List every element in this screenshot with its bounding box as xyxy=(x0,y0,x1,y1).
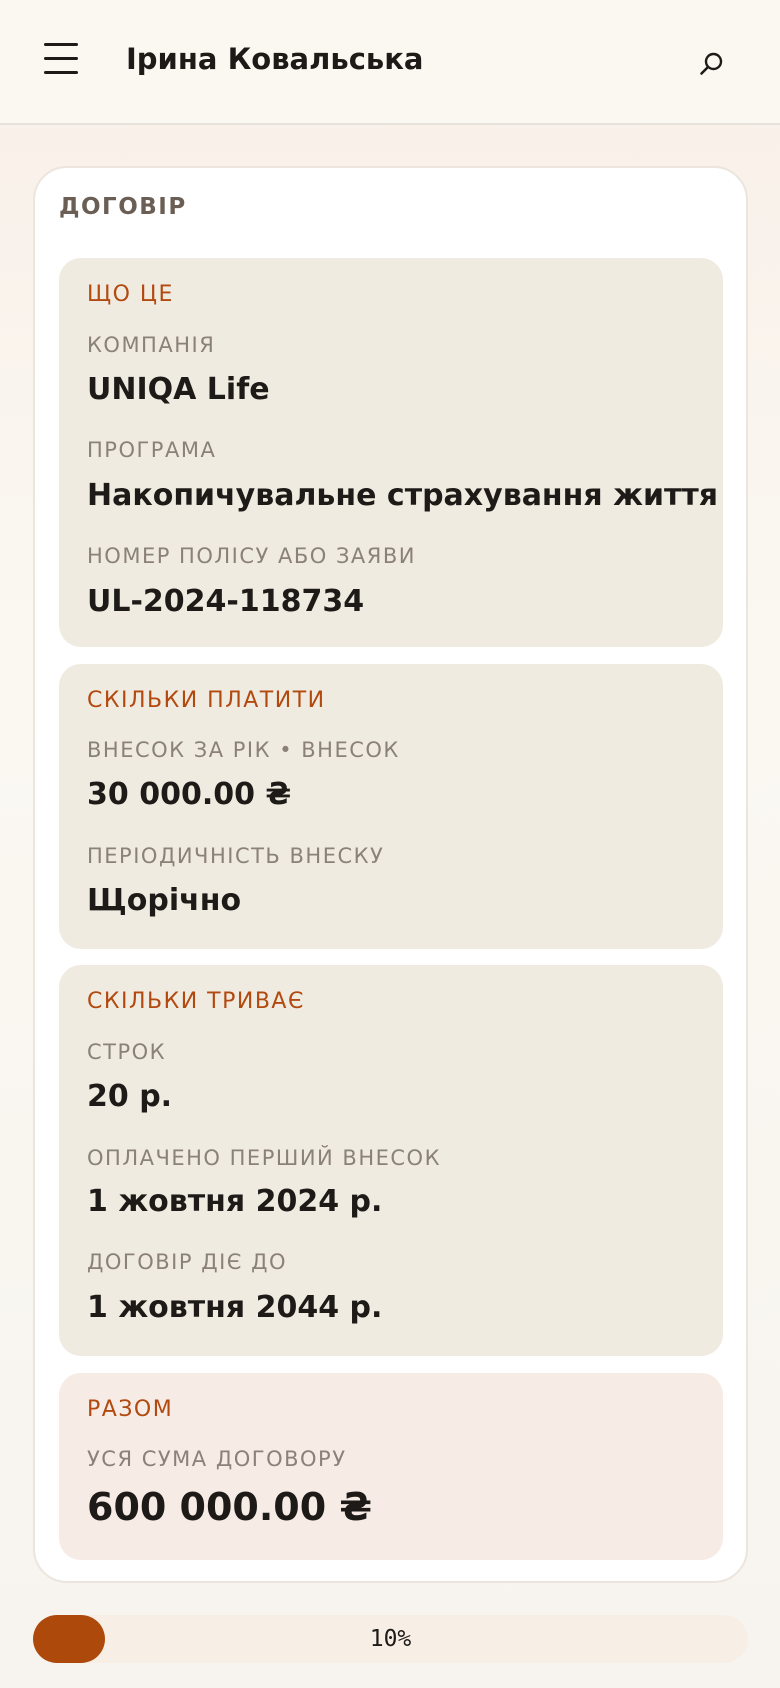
field-value-contribution: 30 000.00 ₴ xyxy=(87,777,292,812)
section-payment: СКІЛЬКИ ПЛАТИТИ ВНЕСОК ЗА РІК • ВНЕСОК 3… xyxy=(59,664,723,949)
field-value-total-sum: 600 000.00 ₴ xyxy=(87,1485,373,1529)
progress-text: 10% xyxy=(369,1626,412,1652)
field-label-valid-until: ДОГОВІР ДІЄ ДО xyxy=(87,1250,288,1274)
field-value-term: 20 р. xyxy=(87,1079,173,1114)
field-label-periodicity: ПЕРІОДИЧНІСТЬ ВНЕСКУ xyxy=(87,844,385,868)
field-value-policy-number: UL-2024-118734 xyxy=(87,584,365,619)
field-value-valid-until: 1 жовтня 2044 р. xyxy=(87,1290,383,1325)
section-total: РАЗОМ УСЯ СУМА ДОГОВОРУ 600 000.00 ₴ xyxy=(59,1373,723,1560)
field-label-total-sum: УСЯ СУМА ДОГОВОРУ xyxy=(87,1447,347,1471)
section-title: РАЗОМ xyxy=(87,1397,174,1422)
section-title: СКІЛЬКИ ТРИВАЄ xyxy=(87,989,305,1014)
field-label-company: КОМПАНІЯ xyxy=(87,333,216,357)
progress-bar: 10% xyxy=(33,1615,748,1663)
field-label-program: ПРОГРАМА xyxy=(87,438,217,462)
field-label-first-payment: ОПЛАЧЕНО ПЕРШИЙ ВНЕСОК xyxy=(87,1146,441,1170)
field-label-contribution: ВНЕСОК ЗА РІК • ВНЕСОК xyxy=(87,738,400,762)
field-value-periodicity: Щорічно xyxy=(87,883,242,918)
hamburger-menu-icon[interactable] xyxy=(44,43,78,75)
field-label-term: СТРОК xyxy=(87,1040,167,1064)
contract-card: ДОГОВІР ЩО ЦЕ КОМПАНІЯ UNIQA Life ПРОГРА… xyxy=(33,166,748,1583)
card-title: ДОГОВІР xyxy=(59,194,187,220)
field-value-first-payment: 1 жовтня 2024 р. xyxy=(87,1184,383,1219)
section-title: ЩО ЦЕ xyxy=(87,282,174,307)
field-value-program: Накопичувальне страхування життя xyxy=(87,478,719,513)
section-title: СКІЛЬКИ ПЛАТИТИ xyxy=(87,688,326,713)
section-what: ЩО ЦЕ КОМПАНІЯ UNIQA Life ПРОГРАМА Накоп… xyxy=(59,258,723,647)
field-value-company: UNIQA Life xyxy=(87,372,270,407)
search-icon[interactable] xyxy=(698,50,726,78)
field-label-policy-number: НОМЕР ПОЛІСУ АБО ЗАЯВИ xyxy=(87,544,416,568)
page-title: Ірина Ковальська xyxy=(126,42,424,76)
section-duration: СКІЛЬКИ ТРИВАЄ СТРОК 20 р. ОПЛАЧЕНО ПЕРШ… xyxy=(59,965,723,1356)
app-header: Ірина Ковальська xyxy=(0,0,780,125)
